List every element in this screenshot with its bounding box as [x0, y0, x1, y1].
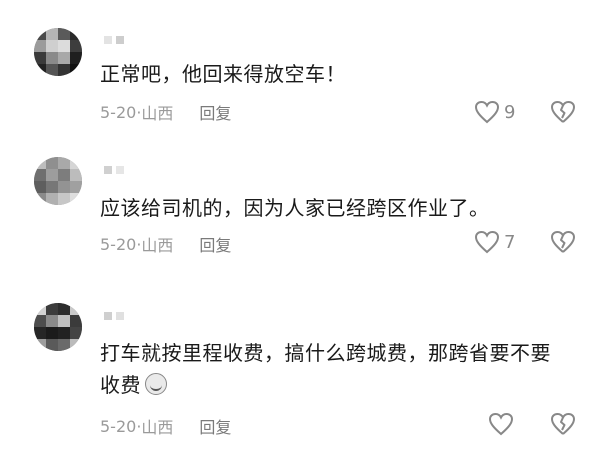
like-button[interactable] — [488, 412, 518, 436]
username[interactable] — [104, 36, 124, 46]
reply-button[interactable]: 回复 — [199, 414, 231, 438]
comment-date: 5-20 — [100, 234, 137, 254]
username[interactable] — [104, 312, 124, 322]
dislike-button[interactable] — [550, 230, 576, 254]
comment-location: 山西 — [141, 418, 174, 437]
comment-meta: 5-20 · 山西 回复 — [100, 232, 231, 256]
comment-location: 山西 — [141, 104, 174, 123]
laugh-emoji-icon — [145, 373, 167, 395]
heart-outline-icon — [474, 100, 500, 124]
avatar[interactable] — [34, 157, 82, 205]
comment-text: 打车就按里程收费，搞什么跨城费，那跨省要不要收费 — [100, 337, 570, 401]
comment-meta: 5-20 · 山西 回复 — [100, 100, 231, 124]
comment-text: 正常吧，他回来得放空车！ — [100, 62, 346, 86]
reply-button[interactable]: 回复 — [199, 100, 231, 124]
comment-meta: 5-20 · 山西 回复 — [100, 414, 231, 438]
broken-heart-icon — [550, 230, 576, 254]
like-count: 7 — [504, 231, 516, 253]
dislike-button[interactable] — [550, 100, 576, 124]
broken-heart-icon — [550, 412, 576, 436]
dislike-button[interactable] — [550, 412, 576, 436]
avatar[interactable] — [34, 28, 82, 76]
broken-heart-icon — [550, 100, 576, 124]
comment-date: 5-20 — [100, 102, 137, 122]
comment-text: 应该给司机的，因为人家已经跨区作业了。 — [100, 196, 490, 220]
comment-location: 山西 — [141, 236, 174, 255]
comment-date: 5-20 — [100, 416, 137, 436]
heart-outline-icon — [488, 412, 514, 436]
avatar[interactable] — [34, 303, 82, 351]
like-count: 9 — [504, 101, 516, 123]
heart-outline-icon — [474, 230, 500, 254]
like-button[interactable]: 7 — [474, 230, 515, 254]
like-button[interactable]: 9 — [474, 100, 515, 124]
username[interactable] — [104, 166, 124, 176]
comment-text-content: 打车就按里程收费，搞什么跨城费，那跨省要不要收费 — [100, 341, 551, 397]
reply-button[interactable]: 回复 — [199, 232, 231, 256]
